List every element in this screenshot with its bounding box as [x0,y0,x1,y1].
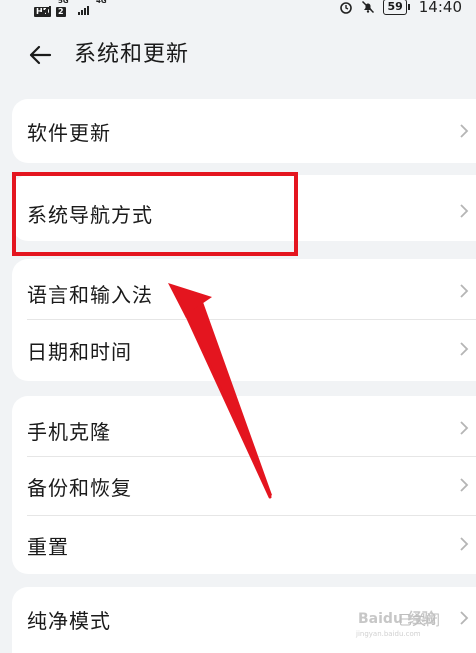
chevron-right-icon [460,537,469,551]
chevron-right-icon [460,204,469,218]
alarm-icon [339,0,353,14]
chevron-right-icon [460,124,469,138]
sim-badge: 2 [56,7,66,17]
watermark-overlay-text: 已关闭 [398,613,440,629]
battery-indicator: 59 [383,0,411,15]
page-title: 系统和更新 [74,42,190,67]
list-item-label: 手机克隆 [27,420,111,444]
list-item-label: 备份和恢复 [27,476,132,500]
arrow-left-icon[interactable] [26,41,54,69]
list-item-label: 重置 [27,535,69,559]
watermark-url: jingyan.baidu.com [356,630,421,638]
status-bar: HD 2 5G 4G 59 14:40 [0,0,476,20]
settings-group: 软件更新 [12,99,476,163]
list-item-label: 语言和输入法 [27,283,153,307]
list-item[interactable]: 语言和输入法 [12,259,476,319]
list-item[interactable]: 日期和时间 [12,320,476,381]
chevron-right-icon [460,342,469,356]
list-item[interactable]: 软件更新 [12,99,476,163]
signal-icon [78,6,89,15]
list-item[interactable]: 重置 [12,516,476,574]
annotation-highlight-box [12,172,298,256]
settings-group: 语言和输入法 日期和时间 [12,259,476,381]
signal-icon [40,6,51,15]
chevron-right-icon [460,421,469,435]
chevron-right-icon [460,478,469,492]
page-header: 系统和更新 [0,30,476,82]
list-item-label: 纯净模式 [27,609,111,633]
settings-group: 手机克隆 备份和恢复 重置 [12,396,476,574]
clock: 14:40 [418,0,462,16]
network-type-label: 4G [96,0,107,5]
list-item[interactable]: 手机克隆 [12,396,476,456]
list-item-label: 日期和时间 [27,340,132,364]
list-item[interactable]: 备份和恢复 [12,457,476,515]
chevron-right-icon [460,284,469,298]
mute-icon [361,0,375,14]
network-type-label: 5G [58,0,69,5]
watermark: Baidu 经验 已关闭 jingyan.baidu.com [354,596,476,653]
list-item-label: 软件更新 [27,121,111,145]
